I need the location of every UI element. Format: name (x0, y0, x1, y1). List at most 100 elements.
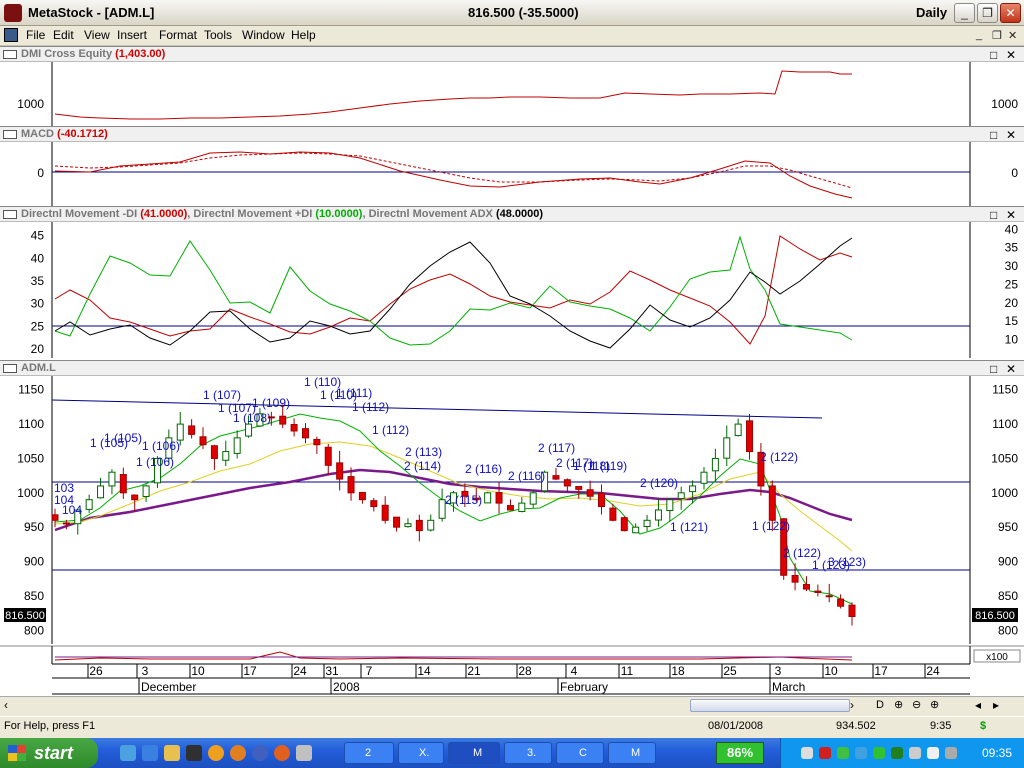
tray-icon[interactable] (801, 747, 813, 759)
signal-label: 1 (106) (136, 455, 174, 469)
tray-icon[interactable] (891, 747, 903, 759)
x-tick-label: 10 (824, 664, 838, 678)
status-date: 08/01/2008 (708, 720, 764, 732)
candle-body (324, 446, 332, 466)
signal-label: 1 (112) (372, 423, 409, 437)
menu-insert[interactable]: Insert (117, 28, 147, 42)
taskbar-group-button[interactable]: 2 (344, 742, 394, 764)
metastock-app-icon[interactable] (4, 4, 22, 22)
candle-body (666, 499, 674, 512)
x-tick-label: 3 (142, 664, 149, 678)
ie-icon[interactable] (142, 745, 158, 761)
taskbar-window-button[interactable]: X. (398, 742, 444, 764)
menu-view[interactable]: View (84, 28, 110, 42)
minimize-button[interactable]: _ (954, 3, 975, 23)
app-icon[interactable] (230, 745, 246, 761)
equity-y-tick: 1000 (17, 97, 44, 111)
price-pane: 1150 1150 1100 1100 1050 1050 1000 1000 950 950 90… (4, 375, 1018, 644)
zoom-indicator[interactable]: 86% (716, 742, 764, 764)
tray-icon[interactable] (837, 747, 849, 759)
signal-label: 2 (114) (404, 459, 441, 473)
title-bar: MetaStock - [ADM.L] 816.500 (-35.5000) D… (0, 0, 1024, 26)
cmd-icon[interactable] (186, 745, 202, 761)
scroll-right-icon[interactable]: › (850, 698, 854, 712)
candle-body (427, 519, 435, 531)
taskbar-window-button[interactable]: M (608, 742, 656, 764)
signal-label: 1 (111) (336, 386, 372, 400)
tray-icon[interactable] (873, 747, 885, 759)
menu-format[interactable]: Format (159, 28, 197, 42)
mdi-restore-button[interactable]: ❐ (992, 29, 1002, 42)
dmi-y-tick: 20 (31, 342, 45, 356)
menu-window[interactable]: Window (242, 28, 285, 42)
restore-button[interactable]: ❐ (977, 3, 998, 23)
candle-body (734, 423, 742, 437)
quicklaunch-icon[interactable] (120, 745, 136, 761)
candle-body (586, 489, 594, 497)
candle-body (495, 492, 503, 504)
mdi-close-button[interactable]: ✕ (1008, 29, 1017, 42)
signal-label: 2 (120) (640, 476, 678, 490)
menu-edit[interactable]: Edit (53, 28, 74, 42)
candle-body (643, 519, 651, 527)
taskbar-window-button[interactable]: C (556, 742, 604, 764)
x-tick-label: 25 (723, 664, 737, 678)
dmi-y-tick-right: 30 (1005, 259, 1019, 273)
price-y-tick-right: 1050 (991, 451, 1018, 465)
signal-label: 1 (107) (203, 388, 241, 402)
menu-file[interactable]: File (26, 28, 45, 42)
tray-icon[interactable] (819, 747, 831, 759)
menu-help[interactable]: Help (291, 28, 316, 42)
x-tick-label: 4 (571, 664, 578, 678)
media-icon[interactable] (252, 745, 268, 761)
status-value: 934.502 (836, 720, 876, 732)
scroll-thumb[interactable] (690, 699, 850, 712)
taskbar-window-button[interactable]: 3. (504, 742, 552, 764)
zoom-in-icon[interactable]: ⊕ (930, 698, 939, 711)
scroll-left-icon[interactable]: ‹ (4, 698, 8, 712)
candle-body (814, 590, 822, 593)
candle-body (358, 491, 366, 501)
tray-icon[interactable] (945, 747, 957, 759)
dmi-y-tick-right: 10 (1005, 333, 1019, 347)
app-icon[interactable] (208, 745, 224, 761)
candle-body (290, 424, 298, 432)
windows-logo-icon (8, 745, 26, 761)
taskbar-metastock-button[interactable]: M (448, 742, 500, 764)
taskbar-button-label: X. (419, 747, 430, 759)
document-icon[interactable] (4, 28, 18, 42)
candle-body (791, 575, 799, 583)
folder-icon[interactable] (164, 745, 180, 761)
candle-body (176, 423, 184, 441)
chart-window[interactable]: DMI Cross Equity (1,403.00) □ ✕ MACD (-4… (0, 46, 1024, 696)
app-icon[interactable] (296, 745, 312, 761)
mdi-minimize-button[interactable]: _ (976, 29, 982, 41)
price-y-tick-right: 850 (998, 589, 1018, 603)
firefox-icon[interactable] (274, 745, 290, 761)
step-forward-icon[interactable]: ▸ (993, 698, 999, 712)
macd-y-tick: 0 (37, 166, 44, 180)
candle-body (802, 584, 810, 590)
price-y-tick-right: 950 (998, 520, 1018, 534)
plus-di-line (54, 235, 853, 346)
x-tick-label: 11 (621, 664, 634, 678)
candle-body (119, 474, 127, 494)
system-tray: 09:35 (780, 738, 1024, 768)
daily-toggle-button[interactable]: D (876, 699, 884, 711)
menu-tools[interactable]: Tools (204, 28, 232, 42)
step-back-icon[interactable]: ◂ (975, 698, 981, 712)
tray-icon[interactable] (855, 747, 867, 759)
crosshair-icon[interactable]: ⊕ (894, 698, 903, 711)
candle-body (620, 517, 628, 532)
taskbar-button-label: C (579, 747, 587, 759)
tray-icon[interactable] (927, 747, 939, 759)
menu-bar: File Edit View Insert Format Tools Windo… (0, 26, 1024, 46)
tray-icon[interactable] (909, 747, 921, 759)
candle-body (529, 492, 537, 505)
horizontal-scrollbar[interactable]: ‹ › D ⊕ ⊖ ⊕ ◂ ▸ (0, 696, 1024, 714)
candle-body (370, 500, 378, 508)
close-button[interactable]: ✕ (1000, 3, 1021, 23)
signal-label: 104 (62, 503, 82, 517)
price-y-tick: 1100 (18, 417, 44, 431)
zoom-out-icon[interactable]: ⊖ (912, 698, 921, 711)
